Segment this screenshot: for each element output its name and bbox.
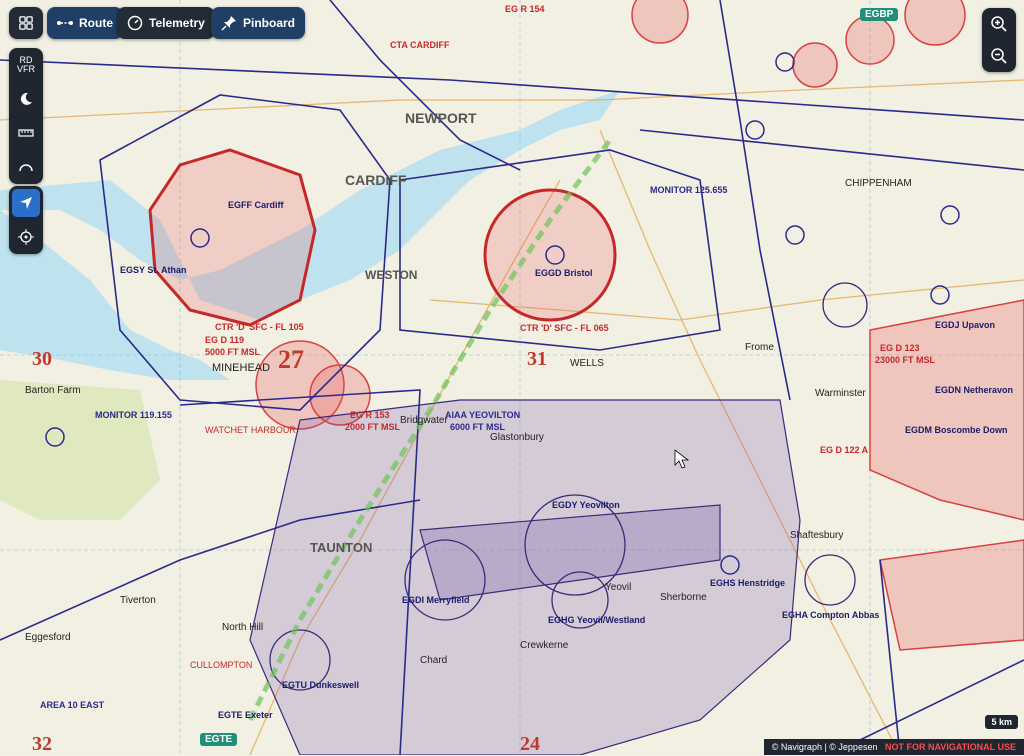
airspace-label: AIAA YEOVILTON	[445, 410, 521, 420]
town-label: TAUNTON	[310, 540, 373, 555]
zoom-out-button[interactable]	[982, 40, 1016, 72]
airspace-label: EG D 119	[205, 335, 245, 345]
grid-number: 24	[520, 733, 540, 755]
town-label: Tiverton	[120, 595, 156, 606]
pinboard-button[interactable]: Pinboard	[211, 7, 306, 39]
airport-merryfield[interactable]: EGDI Merryfield	[402, 595, 470, 605]
aeronautical-chart[interactable]	[0, 0, 1024, 755]
grid-number: 30	[32, 348, 52, 370]
town-label: WELLS	[570, 358, 604, 369]
zoom-out-icon	[991, 48, 1007, 64]
zoom-in-button[interactable]	[982, 8, 1016, 40]
airspace-label: 2000 FT MSL	[345, 422, 401, 432]
telemetry-label: Telemetry	[149, 16, 205, 30]
airport-henstridge[interactable]: EGHS Henstridge	[710, 578, 785, 588]
airport-st-athan[interactable]: EGSY St. Athan	[120, 265, 187, 275]
airspace-label: CTR 'D' SFC - FL 105	[215, 322, 304, 332]
airspace-label: EG R 154	[505, 4, 545, 14]
town-label: Barton Farm	[25, 385, 81, 396]
airspace-label: EG R 153	[350, 410, 390, 420]
airport-cardiff[interactable]: EGFF Cardiff	[228, 200, 284, 210]
center-location-button[interactable]	[12, 223, 40, 251]
map-controls: RD VFR	[9, 48, 43, 184]
night-mode-button[interactable]	[12, 85, 40, 113]
follow-aircraft-button[interactable]	[12, 189, 40, 217]
airspace-label: MONITOR 125.655	[650, 185, 728, 195]
town-label: Frome	[745, 342, 774, 353]
town-label: WATCHET HARBOUR	[205, 425, 296, 435]
town-label: CULLOMPTON	[190, 660, 253, 670]
town-label: CARDIFF	[345, 172, 407, 188]
town-label: Chard	[420, 655, 448, 666]
moon-icon	[20, 92, 32, 105]
airport-yeovil[interactable]: EGHG Yeovil/Westland	[548, 615, 645, 625]
town-label: CHIPPENHAM	[845, 178, 912, 189]
route-button[interactable]: Route	[47, 7, 123, 39]
crosshair-icon	[18, 229, 34, 245]
airspace-label: 5000 FT MSL	[205, 347, 261, 357]
location-controls	[9, 186, 43, 254]
airport-exeter[interactable]: EGTE Exeter	[218, 710, 273, 720]
layers-button[interactable]	[9, 7, 43, 39]
route-icon	[57, 21, 73, 25]
airspace-label: CTA CARDIFF	[390, 40, 450, 50]
arc-icon	[19, 164, 33, 172]
route-label: Route	[79, 16, 113, 30]
town-label: Bridgwater	[400, 415, 448, 426]
chart-type-line2: VFR	[17, 64, 35, 74]
navigation-warning: NOT FOR NAVIGATIONAL USE	[884, 742, 1016, 752]
town-label: Yeovil	[605, 582, 632, 593]
town-label: Crewkerne	[520, 640, 569, 651]
airport-yeovilton[interactable]: EGDY Yeovilton	[552, 500, 620, 510]
ruler-button[interactable]	[12, 119, 40, 147]
airspace-label: 6000 FT MSL	[450, 422, 506, 432]
map-scale: 5 km	[985, 715, 1018, 729]
airport-bristol[interactable]: EGGD Bristol	[535, 268, 593, 278]
pinboard-label: Pinboard	[243, 16, 296, 30]
town-label: Warminster	[815, 388, 866, 399]
zoom-in-icon	[991, 16, 1007, 32]
airport-compton[interactable]: EGHA Compton Abbas	[782, 610, 879, 620]
pin-icon	[221, 16, 236, 31]
gauge-icon	[127, 15, 143, 31]
airport-badge-egbp[interactable]: EGBP	[860, 8, 899, 21]
airspace-label: EG D 122 A	[820, 445, 869, 455]
navigation-arrow-icon	[20, 197, 32, 209]
arc-tool-button[interactable]	[12, 153, 40, 181]
airport-boscombe[interactable]: EGDM Boscombe Down	[905, 425, 1008, 435]
grid-icon	[19, 16, 33, 30]
chart-type-button[interactable]: RD VFR	[12, 51, 40, 79]
town-label: Eggesford	[25, 632, 71, 643]
airspace-label: MONITOR 119.155	[95, 410, 172, 420]
ruler-icon	[18, 129, 34, 137]
grid-number: 32	[32, 733, 52, 755]
airport-dunkeswell[interactable]: EGTU Dunkeswell	[282, 680, 359, 690]
airspace-label: 23000 FT MSL	[875, 355, 936, 365]
zoom-controls	[982, 8, 1016, 72]
town-label: Sherborne	[660, 592, 707, 603]
airspace-label: EG D 123	[880, 343, 920, 353]
airspace-label: CTR 'D' SFC - FL 065	[520, 323, 609, 333]
town-label: WESTON	[365, 268, 418, 282]
attribution-text: © Navigraph | © Jeppesen	[771, 742, 878, 752]
town-label: MINEHEAD	[212, 362, 271, 374]
airport-badge-egte[interactable]: EGTE	[200, 733, 238, 746]
airspace-label: AREA 10 EAST	[40, 700, 105, 710]
airport-upavon[interactable]: EGDJ Upavon	[935, 320, 995, 330]
attribution-bar: © Navigraph | © Jeppesen NOT FOR NAVIGAT…	[763, 739, 1024, 755]
telemetry-button[interactable]: Telemetry	[117, 7, 215, 39]
grid-number: 31	[527, 348, 547, 370]
town-label: Glastonbury	[490, 432, 544, 443]
town-label: Shaftesbury	[790, 530, 844, 541]
town-label: North Hill	[222, 622, 264, 633]
town-label: NEWPORT	[405, 110, 477, 126]
airport-netheravon[interactable]: EGDN Netheravon	[935, 385, 1013, 395]
grid-number: 27	[278, 345, 304, 374]
